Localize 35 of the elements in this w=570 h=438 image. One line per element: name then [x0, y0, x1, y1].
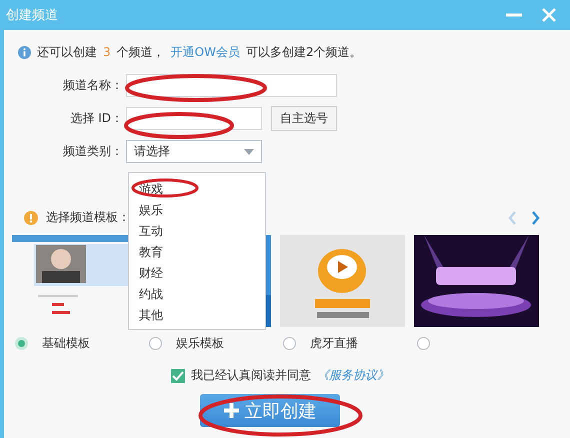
template-label: 娱乐模板 — [176, 334, 224, 352]
info-text: 个频道， — [116, 44, 165, 60]
dropdown-option[interactable]: 互动 — [129, 221, 265, 242]
info-text: 可以多创建2个频道。 — [246, 44, 362, 60]
template-label: 虎牙直播 — [310, 334, 358, 352]
close-icon[interactable] — [542, 8, 556, 22]
previous-icon[interactable] — [508, 210, 517, 224]
dropdown-option[interactable]: 财经 — [129, 263, 265, 284]
dropdown-option[interactable]: 其他 — [129, 305, 265, 326]
template-label: 基础模板 — [42, 334, 90, 352]
annotation-ellipse — [131, 178, 199, 198]
field-label: 频道名称： — [62, 77, 124, 94]
channel-count: 3 — [103, 45, 111, 59]
window-title: 创建频道 — [6, 7, 59, 24]
section-heading: 选择频道模板： — [46, 209, 130, 226]
field-label: 频道类别： — [62, 143, 124, 160]
pick-id-button[interactable]: 自主选号 — [271, 106, 337, 131]
radio-button[interactable] — [15, 336, 28, 350]
radio-button[interactable] — [283, 336, 296, 350]
plus-icon — [224, 403, 238, 418]
dropdown-option[interactable]: 教育 — [129, 242, 265, 263]
caret-icon — [244, 148, 254, 154]
category-select[interactable]: 请选择 — [126, 140, 262, 163]
agreement-checkbox[interactable] — [171, 368, 185, 382]
minimize-icon[interactable] — [506, 13, 522, 17]
field-label: 选择 ID： — [69, 110, 124, 127]
dropdown-option[interactable]: 约战 — [129, 284, 265, 305]
info-icon — [18, 46, 31, 58]
info-text: 还可以创建 — [37, 44, 97, 60]
next-icon[interactable] — [531, 210, 540, 224]
radio-button[interactable] — [149, 336, 162, 350]
warning-icon — [24, 210, 38, 224]
radio-button[interactable] — [417, 336, 430, 350]
agreement-text: 我已经认真阅读并同意 — [191, 367, 311, 384]
dropdown-option[interactable]: 娱乐 — [129, 200, 265, 221]
